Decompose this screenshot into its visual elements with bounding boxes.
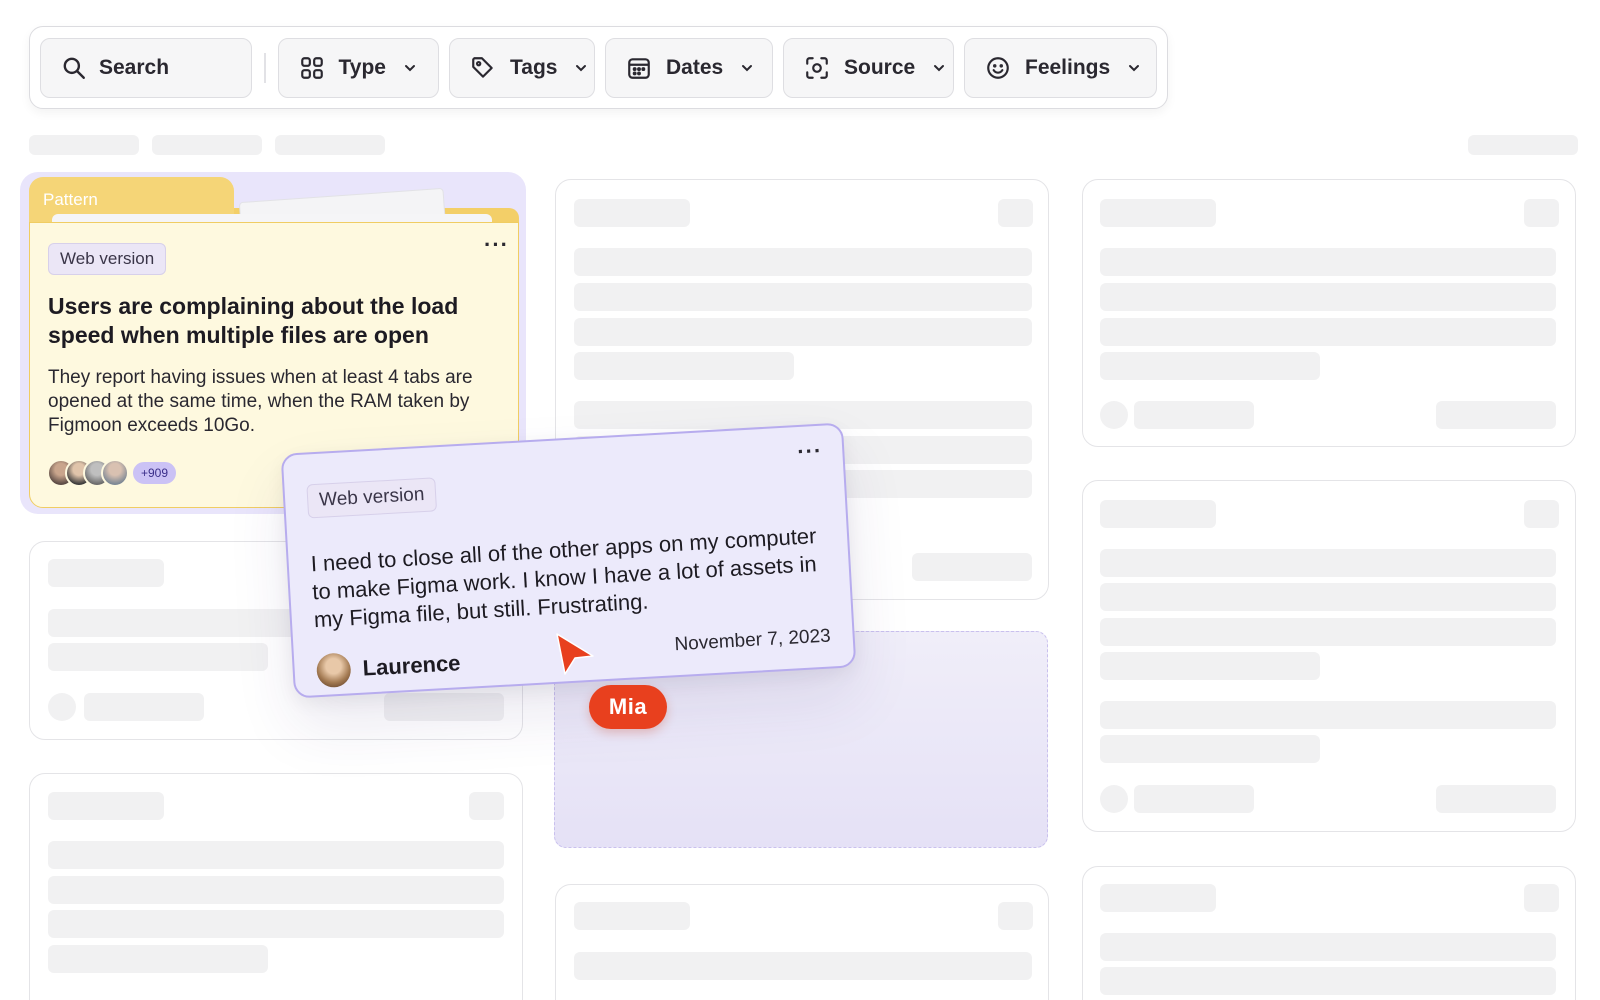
pattern-description: They report having issues when at least … <box>48 367 473 436</box>
avatar-stack[interactable]: +909 <box>47 459 179 487</box>
quote-author: Laurence <box>315 646 462 689</box>
grid-icon <box>300 56 323 79</box>
skeleton-line <box>48 643 268 671</box>
skeleton-line <box>469 792 504 820</box>
tags-filter-label: Tags <box>510 55 558 79</box>
more-options-icon[interactable]: ··· <box>484 232 509 258</box>
dates-filter-label: Dates <box>666 55 724 79</box>
skeleton-line <box>1100 652 1320 680</box>
chevron-down-icon <box>576 64 587 71</box>
tags-filter-button[interactable]: Tags <box>449 37 595 98</box>
skeleton-avatar <box>1100 401 1128 429</box>
skeleton-line <box>574 352 794 380</box>
collaborator-name-tag: Mia <box>589 685 667 729</box>
skeleton-line <box>1100 352 1320 380</box>
tag-icon <box>472 56 493 78</box>
skeleton-line <box>998 199 1033 227</box>
skeleton-line <box>1100 283 1556 311</box>
skeleton-line <box>1100 701 1556 729</box>
search-button[interactable]: Search <box>40 37 252 98</box>
avatar <box>101 459 129 487</box>
quote-date: November 7, 2023 <box>673 625 832 656</box>
search-icon <box>63 57 85 79</box>
pattern-title: Users are complaining about the load spe… <box>48 293 459 348</box>
source-badge: Web version <box>48 243 167 275</box>
feelings-filter-label: Feelings <box>1025 55 1111 79</box>
filter-bar: Search Type Tags Dates Source Feelings <box>29 26 1168 109</box>
chevron-down-icon <box>405 64 415 71</box>
skeleton-line <box>1100 735 1320 763</box>
smile-icon <box>987 56 1009 79</box>
dates-filter-button[interactable]: Dates <box>605 37 773 98</box>
avatar <box>315 652 352 689</box>
skeleton-line <box>1524 500 1559 528</box>
skeleton-line <box>1100 618 1556 646</box>
skeleton-pill <box>29 135 139 155</box>
chevron-down-icon <box>934 64 945 71</box>
type-filter-label: Type <box>338 55 386 79</box>
skeleton-line <box>48 792 164 820</box>
feelings-filter-button[interactable]: Feelings <box>964 37 1157 98</box>
skeleton-line <box>1436 401 1556 429</box>
skeleton-line <box>48 841 504 869</box>
skeleton-line <box>1100 933 1556 961</box>
cursor-icon <box>556 633 594 675</box>
skeleton-line <box>1100 199 1216 227</box>
source-filter-button[interactable]: Source <box>783 37 954 98</box>
skeleton-line <box>1100 318 1556 346</box>
more-avatars-count: +909 <box>131 460 179 486</box>
skeleton-line <box>1134 401 1254 429</box>
search-label: Search <box>99 55 170 79</box>
skeleton-line <box>48 559 164 587</box>
skeleton-line <box>574 902 690 930</box>
skeleton-avatar <box>1100 785 1128 813</box>
focus-icon <box>806 56 828 79</box>
skeleton-pill <box>1468 135 1578 155</box>
chevron-down-icon <box>742 64 753 71</box>
source-badge: Web version <box>306 477 438 519</box>
skeleton-line <box>912 553 1032 581</box>
skeleton-line <box>574 248 1032 276</box>
author-name: Laurence <box>361 650 462 681</box>
skeleton-line <box>1100 884 1216 912</box>
skeleton-line <box>1100 248 1556 276</box>
skeleton-line <box>574 952 1032 980</box>
skeleton-line <box>84 693 204 721</box>
skeleton-line <box>48 876 504 904</box>
skeleton-line <box>1100 549 1556 577</box>
skeleton-pill <box>275 135 385 155</box>
skeleton-line <box>1100 500 1216 528</box>
skeleton-line <box>384 693 504 721</box>
skeleton-line <box>48 945 268 973</box>
source-filter-label: Source <box>844 55 916 79</box>
calendar-icon <box>628 57 650 79</box>
folder-label: Pattern <box>43 190 98 209</box>
skeleton-line <box>1524 199 1559 227</box>
skeleton-pill <box>152 135 262 155</box>
more-options-icon[interactable]: ··· <box>797 438 823 465</box>
skeleton-line <box>1436 785 1556 813</box>
skeleton-line <box>998 902 1033 930</box>
skeleton-line <box>1100 583 1556 611</box>
skeleton-line <box>574 318 1032 346</box>
skeleton-avatar <box>48 693 76 721</box>
skeleton-line <box>1524 884 1559 912</box>
chevron-down-icon <box>1129 64 1140 71</box>
divider <box>263 52 266 83</box>
skeleton-line <box>1134 785 1254 813</box>
type-filter-button[interactable]: Type <box>277 37 439 98</box>
skeleton-line <box>48 910 504 938</box>
skeleton-line <box>574 199 690 227</box>
quote-text: I need to close all of the other apps on… <box>310 523 818 633</box>
skeleton-line <box>1100 967 1556 995</box>
skeleton-line <box>574 283 1032 311</box>
